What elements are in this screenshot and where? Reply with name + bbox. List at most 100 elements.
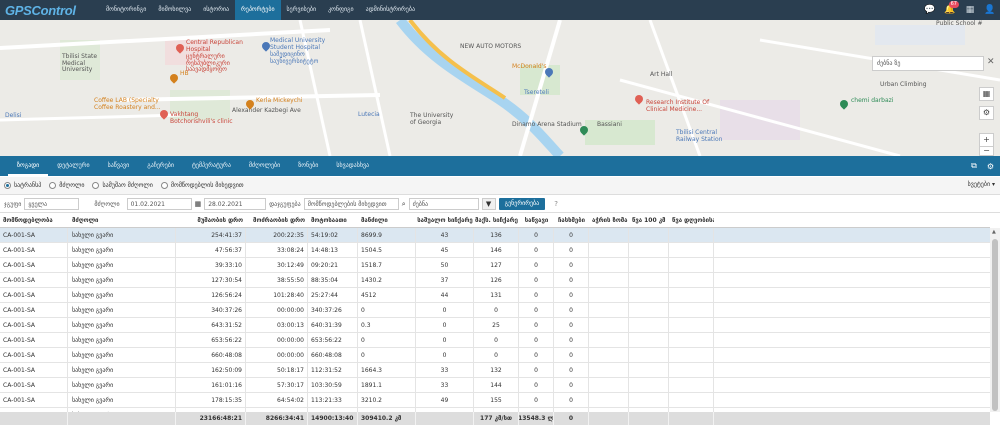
radio-circle[interactable] xyxy=(160,182,168,189)
settings-icon[interactable]: ⚙ xyxy=(987,162,994,171)
driver-label: მძღოლი xyxy=(94,200,120,208)
mode-option-2[interactable]: სამუშაო მძღოლი xyxy=(92,182,153,189)
table-cell: 0 xyxy=(416,318,474,332)
tab-3[interactable]: გაჩერები xyxy=(138,156,183,176)
map-close-icon[interactable]: ✕ xyxy=(987,57,995,67)
user-icon[interactable]: 👤 xyxy=(980,5,1000,15)
table-row[interactable]: CA-001-SA სახელი გვარი 161:01:16 57:30:17 10… xyxy=(0,378,990,393)
tab-4[interactable]: ტემპერატურა xyxy=(183,156,240,176)
grouping-select[interactable]: მომწოდებლების მიხედვით xyxy=(303,198,399,210)
table-cell: 136 xyxy=(474,228,519,242)
nav-item-6[interactable]: ადმინისტრირება xyxy=(360,0,421,20)
date-to-input[interactable]: 28.02.2021 xyxy=(204,198,267,210)
column-header[interactable]: მოძრაობის დრო xyxy=(246,214,308,227)
column-header[interactable]: საწვავი xyxy=(519,214,554,227)
tab-6[interactable]: ზონები xyxy=(289,156,327,176)
table-row[interactable]: CA-001-SA სახელი გვარი 178:15:35 64:54:02 11… xyxy=(0,393,990,408)
map-label: ცენტრალური რესპუბლიკური საავადმყოფო xyxy=(186,53,230,73)
table-scrollbar[interactable]: ▲ xyxy=(990,228,1000,412)
table-cell xyxy=(629,333,669,347)
scroll-up-icon[interactable]: ▲ xyxy=(992,229,996,235)
table-cell: 25:27:44 xyxy=(308,288,358,302)
group-select[interactable]: ყველა xyxy=(24,198,80,210)
table-cell: 0 xyxy=(474,303,519,317)
table-row[interactable]: CA-001-SA სახელი გვარი 162:50:09 50:18:17 11… xyxy=(0,363,990,378)
tab-0[interactable]: ზოგადი xyxy=(8,156,49,176)
table-row[interactable]: CA-001-SA სახელი გვარი 254:41:37 200:22:35 5… xyxy=(0,228,990,243)
radio-circle[interactable] xyxy=(4,182,11,189)
total-cell xyxy=(669,412,714,425)
map-layers-icon[interactable]: ▦ xyxy=(979,87,994,101)
filter-icon[interactable]: ▼ xyxy=(481,198,496,210)
map-settings-icon[interactable]: ⚙ xyxy=(979,106,994,120)
tab-7[interactable]: სხვადასხვა xyxy=(327,156,378,176)
filter-search-input[interactable]: ძებნა xyxy=(408,198,479,210)
table-cell xyxy=(629,288,669,302)
expand-icon[interactable]: ⧉ xyxy=(971,161,977,171)
column-header[interactable]: მუშაობის დრო xyxy=(176,214,246,227)
table-row[interactable]: CA-001-SA სახელი გვარი 126:56:24 101:28:40 2… xyxy=(0,288,990,303)
zoom-out-icon[interactable]: − xyxy=(979,146,994,156)
zoom-in-icon[interactable]: + xyxy=(979,133,994,147)
calendar-icon[interactable]: ▦ xyxy=(195,200,202,208)
scrollbar-thumb[interactable] xyxy=(992,239,998,411)
nav-item-5[interactable]: კონფიგი xyxy=(322,0,360,20)
table-row[interactable]: CA-001-SA სახელი გვარი 340:37:26 00:00:00 34… xyxy=(0,303,990,318)
help-icon[interactable]: ? xyxy=(554,200,558,208)
table-cell: 126 xyxy=(474,273,519,287)
bell-icon[interactable]: 🔔 67 xyxy=(940,1,960,15)
table-cell: 44 xyxy=(416,288,474,302)
table-row[interactable]: CA-001-SA სახელი გვარი 653:56:22 00:00:00 65… xyxy=(0,333,990,348)
table-cell: 0 xyxy=(554,303,589,317)
radio-circle[interactable] xyxy=(49,182,57,189)
table-cell xyxy=(589,333,629,347)
column-header[interactable]: საშუალო სიჩქარე xyxy=(416,214,474,227)
table-row[interactable]: CA-001-SA სახელი გვარი 660:48:08 00:00:00 66… xyxy=(0,348,990,363)
table-cell xyxy=(669,363,714,377)
map-label: Lutecia xyxy=(358,111,380,118)
nav-item-2[interactable]: ისტორია xyxy=(197,0,235,20)
tab-2[interactable]: საწვავი xyxy=(99,156,139,176)
radio-label: სამუშაო მძღოლი xyxy=(102,182,153,189)
tab-1[interactable]: დეტალური xyxy=(48,156,98,176)
map-search-input[interactable]: ძებნა ზე xyxy=(872,56,984,71)
table-cell xyxy=(629,258,669,272)
column-header[interactable]: ჩასხმები xyxy=(554,214,589,227)
tab-5[interactable]: მძღოლები xyxy=(240,156,289,176)
table-cell xyxy=(669,288,714,302)
mode-option-1[interactable]: მძღოლი xyxy=(49,182,84,189)
table-cell xyxy=(589,378,629,392)
logo[interactable]: GPSControl xyxy=(0,3,100,18)
nav-item-1[interactable]: მიმოხილვა xyxy=(152,0,197,20)
table-cell: სახელი გვარი xyxy=(68,318,176,332)
column-header[interactable]: მანძილი xyxy=(358,214,416,227)
columns-dropdown[interactable]: სვეტები ▾ xyxy=(968,181,995,188)
table-cell: 0 xyxy=(519,378,554,392)
table-row[interactable]: CA-001-SA სახელი გვარი 39:33:10 30:12:49 09:… xyxy=(0,258,990,273)
mode-option-0[interactable]: სატრანსპ xyxy=(4,182,41,189)
column-header[interactable]: მძღოლი xyxy=(68,214,176,227)
map-view[interactable]: Central Republican Hospital ცენტრალური რე… xyxy=(0,20,1000,156)
grid-icon[interactable]: ▦ xyxy=(960,5,980,15)
table-row[interactable]: CA-001-SA სახელი გვარი 47:56:37 33:08:24 14:… xyxy=(0,243,990,258)
mode-option-3[interactable]: მომწოდებლის მიხედვით xyxy=(160,182,244,189)
nav-item-3[interactable]: რეპორტები xyxy=(235,0,281,20)
column-header[interactable]: აჭრის ზომა xyxy=(589,214,629,227)
column-header[interactable]: წვა დღეობისას xyxy=(669,214,714,227)
table-cell: 1518.7 xyxy=(358,258,416,272)
column-header[interactable]: მომწოდებლობა xyxy=(0,214,68,227)
column-header[interactable]: წვა 100 კმ xyxy=(629,214,669,227)
generate-button[interactable]: გენერირება xyxy=(498,198,546,210)
nav-item-4[interactable]: სერვისები xyxy=(281,0,323,20)
column-header[interactable]: მაქს. სიჩქარე xyxy=(474,214,519,227)
table-row[interactable]: CA-001-SA სახელი გვარი 643:31:52 03:00:13 64… xyxy=(0,318,990,333)
radio-circle[interactable] xyxy=(92,182,100,189)
nav-item-0[interactable]: მონიტორინგი xyxy=(100,0,152,20)
table-row[interactable]: CA-001-SA სახელი გვარი 127:30:54 38:55:50 88… xyxy=(0,273,990,288)
search-icon[interactable]: ⌕ xyxy=(402,200,406,209)
table-cell: 57:30:17 xyxy=(246,378,308,392)
column-header[interactable]: მოტოსაათი xyxy=(308,214,358,227)
totals-row: 23166:48:21 8266:34:41 14900:13:40 309410.2… xyxy=(0,412,990,425)
date-from-input[interactable]: 01.02.2021 xyxy=(126,198,192,210)
chat-icon[interactable]: 💬 xyxy=(920,5,940,15)
